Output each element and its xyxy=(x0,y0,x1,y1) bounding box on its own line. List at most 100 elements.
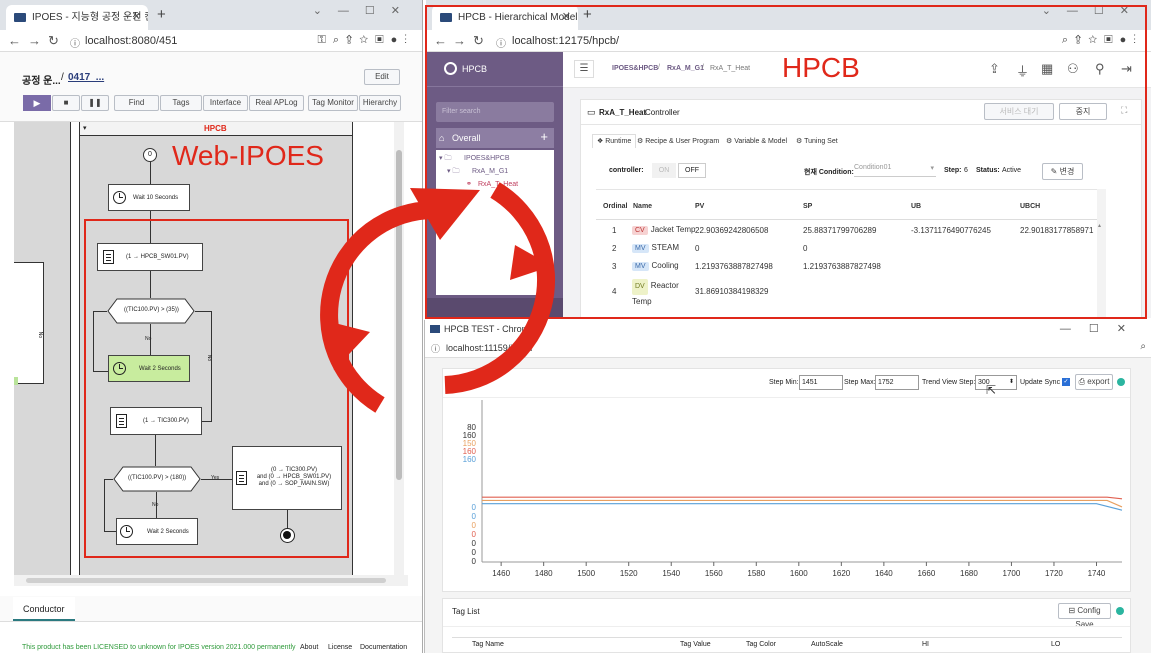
step-max-label: Step Max: xyxy=(844,379,876,386)
left-tab[interactable]: IPOES - 지능형 공정 운전 컨트롤러✕ xyxy=(6,5,148,30)
x-tick-label: 1740 xyxy=(1088,569,1106,578)
cursor-icon: ⇱ xyxy=(986,383,997,397)
tags-button[interactable]: Tags xyxy=(160,95,202,111)
interface-button[interactable]: Interface xyxy=(203,95,248,111)
tag-monitor-button[interactable]: Tag Monitor xyxy=(308,95,358,111)
col-autoscale: AutoScale xyxy=(811,641,843,648)
taglist-title: Tag List xyxy=(452,607,480,616)
conductor-tab[interactable]: Conductor xyxy=(13,597,75,621)
left-urlbar: ← → ↻ ⓘ localhost:8080/451 ⚿⌕⇪☆▣●⋮ xyxy=(0,30,422,52)
y-tick-label: 0 xyxy=(472,557,477,566)
tag-monitor-label: Tag Monitor xyxy=(312,98,354,107)
breadcrumb-a[interactable]: 공정 운... xyxy=(22,72,61,87)
stop-button[interactable]: ■ xyxy=(52,95,80,111)
col-tag-value: Tag Value xyxy=(680,641,711,648)
license-text: This product has been LICENSED to unknow… xyxy=(22,644,296,651)
left-url[interactable]: localhost:8080/451 xyxy=(85,35,177,47)
search-icon[interactable]: ⌕ xyxy=(1140,341,1146,352)
x-tick-label: 1660 xyxy=(917,569,935,578)
status-dot xyxy=(1117,378,1125,386)
forward-icon[interactable]: → xyxy=(28,33,41,48)
x-tick-label: 1720 xyxy=(1045,569,1063,578)
x-tick-label: 1620 xyxy=(832,569,850,578)
edge xyxy=(150,162,151,184)
left-lane-green xyxy=(14,377,18,385)
hierarchy-label: Hierarchy xyxy=(362,98,398,107)
left-lane-box xyxy=(14,262,44,384)
play-button[interactable]: ▶ xyxy=(23,95,51,111)
x-tick-label: 1480 xyxy=(535,569,553,578)
edit-label: Edit xyxy=(375,72,389,81)
y-tick-label: 0 xyxy=(472,530,477,539)
footer-about[interactable]: About xyxy=(300,644,318,651)
interface-label: Interface xyxy=(209,98,242,107)
x-tick-label: 1640 xyxy=(875,569,893,578)
wait10-node[interactable]: Wait 10 Seconds xyxy=(108,184,190,211)
left-tabbar: IPOES - 지능형 공정 운전 컨트롤러✕ + ⌄—☐✕ xyxy=(0,0,422,30)
wait10-label: Wait 10 Seconds xyxy=(133,195,179,201)
series-line xyxy=(482,496,1123,500)
update-sync-label: Update Sync xyxy=(1020,379,1061,386)
col-lo: LO xyxy=(1051,641,1061,648)
clock-icon xyxy=(113,191,126,204)
tags-label: Tags xyxy=(172,98,190,107)
find-label: Find xyxy=(128,98,145,107)
app-favicon-icon xyxy=(14,13,26,22)
window-controls[interactable]: —☐✕ xyxy=(1060,322,1144,335)
x-tick-label: 1600 xyxy=(790,569,808,578)
screenshot-root: IPOES - 지능형 공정 운전 컨트롤러✕ + ⌄—☐✕ ← → ↻ ⓘ l… xyxy=(0,0,1151,653)
reload-icon[interactable]: ↻ xyxy=(48,33,59,49)
left-tab-title: IPOES - 지능형 공정 운전 컨트롤러 xyxy=(32,12,148,23)
stepper-icon[interactable]: ⬍ xyxy=(1009,376,1014,389)
start-node[interactable]: 0 xyxy=(143,148,157,162)
y-tick-label: 0 xyxy=(472,512,477,521)
step-min-label: Step Min: xyxy=(769,379,799,386)
y-tick-label: 0 xyxy=(472,503,477,512)
x-tick-label: 1680 xyxy=(960,569,978,578)
lane-title: HPCB xyxy=(204,124,227,133)
footer-documentation[interactable]: Documentation xyxy=(360,644,407,651)
step-max-value: 1752 xyxy=(878,379,894,386)
new-tab-button[interactable]: + xyxy=(157,6,166,23)
cycle-arrows-icon xyxy=(320,182,556,413)
left-lane-no-label: No xyxy=(37,331,44,339)
trend-chart[interactable]: 1460 1480 1500 1520 1540 1560 1580 1600 1620 1640… xyxy=(442,396,1131,592)
x-tick-label: 1500 xyxy=(577,569,595,578)
taglist-divider xyxy=(443,626,1130,627)
back-icon[interactable]: ← xyxy=(8,33,21,48)
window-controls[interactable]: ⌄—☐✕ xyxy=(313,4,416,17)
x-tick-label: 1520 xyxy=(620,569,638,578)
find-button[interactable]: Find xyxy=(114,95,159,111)
update-sync-checkbox[interactable]: ✓ xyxy=(1062,378,1070,386)
lane-collapse-icon[interactable]: ▾ xyxy=(83,124,87,132)
real-aplog-button[interactable]: Real APLog xyxy=(249,95,304,111)
highlight-box-flow xyxy=(84,219,349,558)
export-label: export xyxy=(1087,377,1110,386)
breadcrumb-b[interactable]: 0417_... xyxy=(68,72,104,83)
view-step-label: Trend View Step: xyxy=(922,379,976,386)
bottom-hscroll[interactable] xyxy=(14,575,408,586)
taglist-header-line xyxy=(452,637,1122,638)
left-app-header: 공정 운... / 0417_... Edit ▶ ■ ❚❚ Find Tags… xyxy=(0,52,422,122)
step-min-input[interactable]: 1451 xyxy=(799,375,843,390)
edit-button[interactable]: Edit xyxy=(364,69,400,85)
real-aplog-label: Real APLog xyxy=(255,98,298,107)
hierarchy-button[interactable]: Hierarchy xyxy=(359,95,401,111)
step-min-value: 1451 xyxy=(802,379,818,386)
col-tag-color: Tag Color xyxy=(746,641,776,648)
pause-button[interactable]: ❚❚ xyxy=(81,95,109,111)
left-toolbar-icons[interactable]: ⚿⌕⇪☆▣●⋮ xyxy=(318,34,415,47)
export-button[interactable]: ⎙ export xyxy=(1075,374,1113,390)
x-tick-label: 1540 xyxy=(662,569,680,578)
bottom-tabs: Conductor xyxy=(0,596,422,622)
close-icon[interactable]: ✕ xyxy=(132,5,141,30)
y-tick-label: 0 xyxy=(472,548,477,557)
footer-license[interactable]: License xyxy=(328,644,352,651)
x-tick-label: 1700 xyxy=(1003,569,1021,578)
hscroll-thumb[interactable] xyxy=(26,578,386,583)
breadcrumb-sep: / xyxy=(61,72,64,83)
step-max-input[interactable]: 1752 xyxy=(875,375,919,390)
web-ipoes-label: Web-IPOES xyxy=(172,140,324,171)
col-tag-name: Tag Name xyxy=(472,641,504,648)
config-save-button[interactable]: ⊟ Config Save xyxy=(1058,603,1111,629)
